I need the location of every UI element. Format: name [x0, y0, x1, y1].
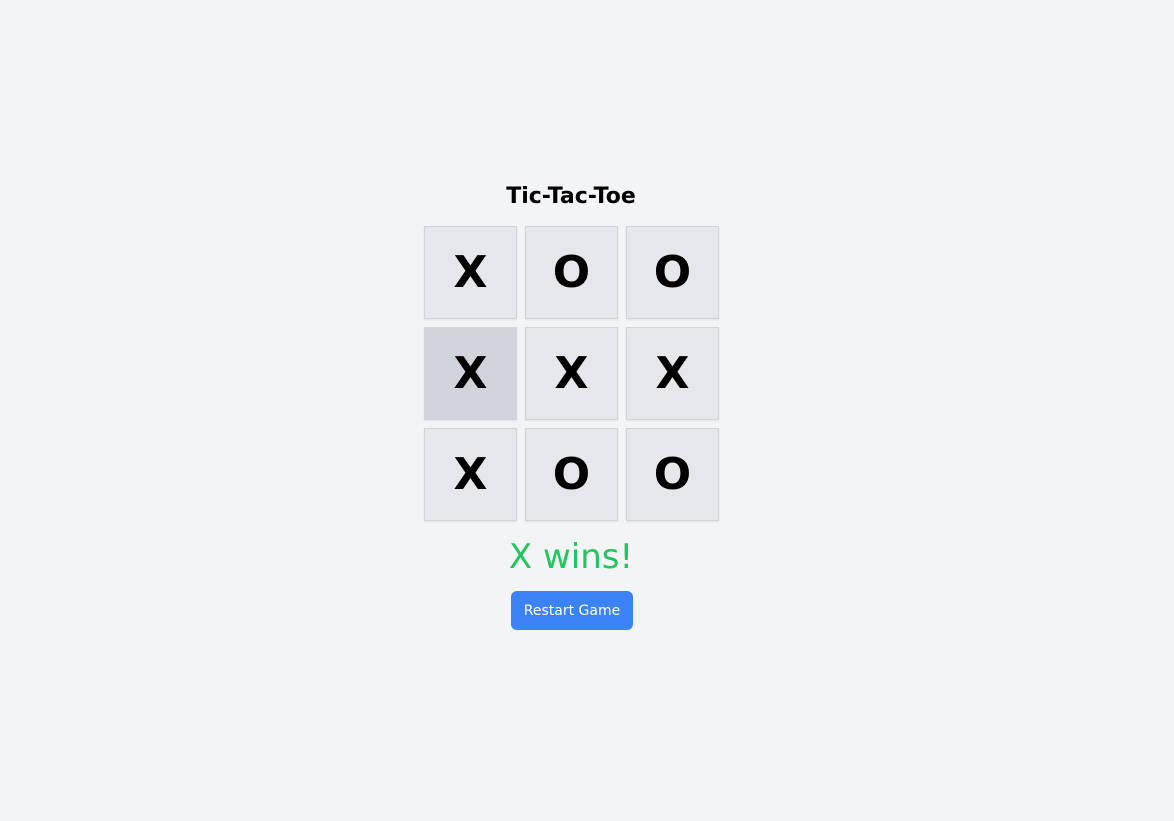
board-cell[interactable]: O [525, 226, 618, 319]
game-status: X wins! [508, 537, 634, 577]
board-cell[interactable]: X [626, 327, 719, 420]
board-cell[interactable]: X [525, 327, 618, 420]
game-container: Tic-Tac-Toe X O O X X X X O O X wins! Re… [0, 0, 1174, 821]
board-cell[interactable]: X [424, 226, 517, 319]
restart-button[interactable]: Restart Game [511, 591, 633, 630]
board-cell[interactable]: O [626, 226, 719, 319]
game-title: Tic-Tac-Toe [506, 184, 636, 209]
board-cell[interactable]: O [626, 428, 719, 521]
game-board: X O O X X X X O O [424, 226, 719, 521]
board-cell[interactable]: X [424, 428, 517, 521]
board-cell[interactable]: X [424, 327, 517, 420]
board-cell[interactable]: O [525, 428, 618, 521]
